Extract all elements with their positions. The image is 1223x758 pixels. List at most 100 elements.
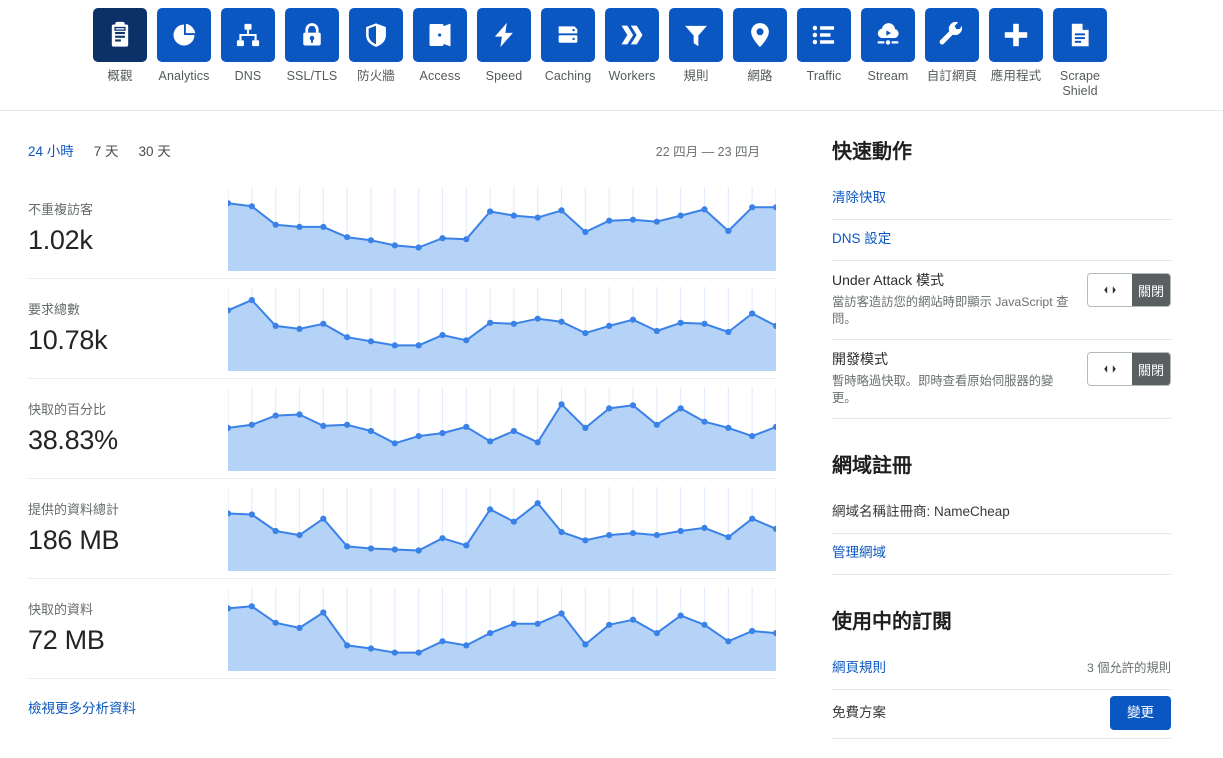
metric-summary: 快取的百分比 38.83% — [28, 402, 228, 456]
metric-summary: 提供的資料總計 186 MB — [28, 502, 228, 556]
dns-settings-link[interactable]: DNS 設定 — [832, 229, 1157, 249]
nav-item-自訂網頁[interactable]: 自訂網頁 — [924, 0, 980, 84]
development-mode-title: 開發模式 — [832, 351, 888, 367]
nav-item-label: SSL/TLS — [286, 69, 338, 83]
nav-item-label: 自訂網頁 — [926, 69, 978, 83]
manage-domain-row[interactable]: 管理網域 — [832, 534, 1171, 575]
time-range-option-0[interactable]: 24 小時 — [28, 140, 74, 160]
metric-value: 10.78k — [28, 324, 108, 355]
metric-summary: 快取的資料 72 MB — [28, 602, 228, 656]
door-icon — [413, 8, 467, 62]
lightning-bolt-icon — [477, 8, 531, 62]
nav-item-dns[interactable]: DNS — [220, 0, 276, 84]
domain-registration-title: 網域註冊 — [832, 455, 912, 477]
funnel-icon — [669, 8, 723, 62]
metric-row: 不重複訪客 1.02k — [28, 179, 776, 279]
pie-chart-icon — [157, 8, 211, 62]
under-attack-mode-toggle[interactable]: 關閉 — [1087, 273, 1171, 307]
metric-value: 1.02k — [28, 224, 93, 255]
nav-item-label: Scrape Shield — [1059, 69, 1101, 98]
nav-item-label: Speed — [485, 69, 523, 83]
time-range-bar: 24 小時 7 天 30 天 22 四月 — 23 四月 — [28, 139, 776, 161]
nav-item-label: DNS — [234, 69, 262, 83]
metric-sparkline-chart — [228, 586, 776, 671]
chevrons-icon — [605, 8, 659, 62]
nav-item-caching[interactable]: Caching — [540, 0, 596, 84]
nav-item-speed[interactable]: Speed — [476, 0, 532, 84]
metric-sparkline-chart — [228, 486, 776, 571]
nav-item-應用程式[interactable]: 應用程式 — [988, 0, 1044, 84]
time-range-option-2[interactable]: 30 天 — [139, 140, 171, 160]
purge-cache-link[interactable]: 清除快取 — [832, 188, 1157, 208]
metric-label: 不重複訪客 — [28, 201, 94, 217]
nav-item-規則[interactable]: 規則 — [668, 0, 724, 84]
time-range-options: 24 小時 7 天 30 天 — [28, 140, 191, 160]
metric-summary: 不重複訪客 1.02k — [28, 202, 228, 256]
metric-sparkline-chart — [228, 186, 776, 271]
sitemap-icon — [221, 8, 275, 62]
left-right-arrows-icon — [1104, 286, 1116, 294]
plus-icon — [989, 8, 1043, 62]
server-icon — [541, 8, 595, 62]
metric-row: 快取的資料 72 MB — [28, 579, 776, 679]
nav-item-workers[interactable]: Workers — [604, 0, 660, 84]
metric-value: 38.83% — [28, 424, 118, 455]
metric-label: 快取的資料 — [28, 601, 94, 617]
quick-actions-title: 快速動作 — [832, 141, 912, 163]
development-mode-description: 暫時略過快取。即時查看原始伺服器的變更。 — [832, 374, 1054, 405]
nav-item-scrape-shield[interactable]: Scrape Shield — [1052, 0, 1108, 99]
dns-settings-row[interactable]: DNS 設定 — [832, 220, 1171, 261]
under-attack-mode-state[interactable]: 關閉 — [1132, 274, 1170, 306]
nav-item-label: 網路 — [747, 69, 773, 83]
nav-item-access[interactable]: Access — [412, 0, 468, 84]
nav-item-label: 應用程式 — [990, 69, 1042, 83]
shield-icon — [349, 8, 403, 62]
wrench-icon — [925, 8, 979, 62]
date-range-label: 22 四月 — 23 四月 — [655, 144, 760, 159]
nav-item-label: Analytics — [158, 69, 210, 83]
nav-item-analytics[interactable]: Analytics — [156, 0, 212, 84]
nav-item-防火牆[interactable]: 防火牆 — [348, 0, 404, 84]
under-attack-mode-title: Under Attack 模式 — [832, 272, 945, 288]
metric-row: 要求總數 10.78k — [28, 279, 776, 379]
nav-item-概觀[interactable]: 概觀 — [92, 0, 148, 84]
manage-domain-link[interactable]: 管理網域 — [832, 543, 1157, 563]
nav-item-label: Traffic — [806, 69, 842, 83]
time-range-option-1[interactable]: 7 天 — [94, 140, 119, 160]
page-rules-link[interactable]: 網頁規則 — [832, 658, 1073, 678]
document-icon — [1053, 8, 1107, 62]
metric-sparkline-chart — [228, 386, 776, 471]
nav-item-label: 防火牆 — [357, 69, 395, 83]
page-rules-allowance: 3 個允許的規則 — [1086, 661, 1171, 675]
registrar-label: 網域名稱註冊商: NameCheap — [832, 504, 1010, 519]
nav-item-網路[interactable]: 網路 — [732, 0, 788, 84]
list-icon — [797, 8, 851, 62]
metric-summary: 要求總數 10.78k — [28, 302, 228, 356]
toggle-handle-icon[interactable] — [1088, 353, 1132, 385]
top-navigation: 概觀 Analytics DNS SSL/TLS 防火牆 Access Speed Cachi… — [0, 0, 1223, 111]
registrar-row: 網域名稱註冊商: NameCheap — [832, 493, 1171, 534]
nav-item-label: Caching — [544, 69, 592, 83]
left-right-arrows-icon — [1104, 365, 1116, 373]
nav-item-ssl/tls[interactable]: SSL/TLS — [284, 0, 340, 84]
nav-item-stream[interactable]: Stream — [860, 0, 916, 84]
purge-cache-row[interactable]: 清除快取 — [832, 179, 1171, 220]
metric-label: 要求總數 — [28, 301, 81, 317]
analytics-column: 24 小時 7 天 30 天 22 四月 — 23 四月 不重複訪客 1.02k 要求總… — [0, 111, 800, 739]
nav-item-label: Workers — [608, 69, 656, 83]
view-more-analytics-link[interactable]: 檢視更多分析資料 — [28, 697, 136, 717]
cloud-play-icon — [861, 8, 915, 62]
toggle-handle-icon[interactable] — [1088, 274, 1132, 306]
metric-value: 186 MB — [28, 524, 120, 555]
development-mode-state[interactable]: 關閉 — [1132, 353, 1170, 385]
metric-label: 快取的百分比 — [28, 401, 107, 417]
nav-item-label: Access — [419, 69, 461, 83]
development-mode-toggle[interactable]: 關閉 — [1087, 352, 1171, 386]
change-plan-button[interactable]: 變更 — [1110, 696, 1171, 730]
metrics-list: 不重複訪客 1.02k 要求總數 10.78k 快取的百分比 38.83% 提供的資料總計 1… — [28, 179, 776, 679]
nav-item-traffic[interactable]: Traffic — [796, 0, 852, 84]
map-pin-icon — [733, 8, 787, 62]
clipboard-icon — [93, 8, 147, 62]
under-attack-mode-row: Under Attack 模式 當訪客造訪您的網站時即顯示 JavaScript… — [832, 261, 1171, 340]
metric-sparkline-chart — [228, 286, 776, 371]
